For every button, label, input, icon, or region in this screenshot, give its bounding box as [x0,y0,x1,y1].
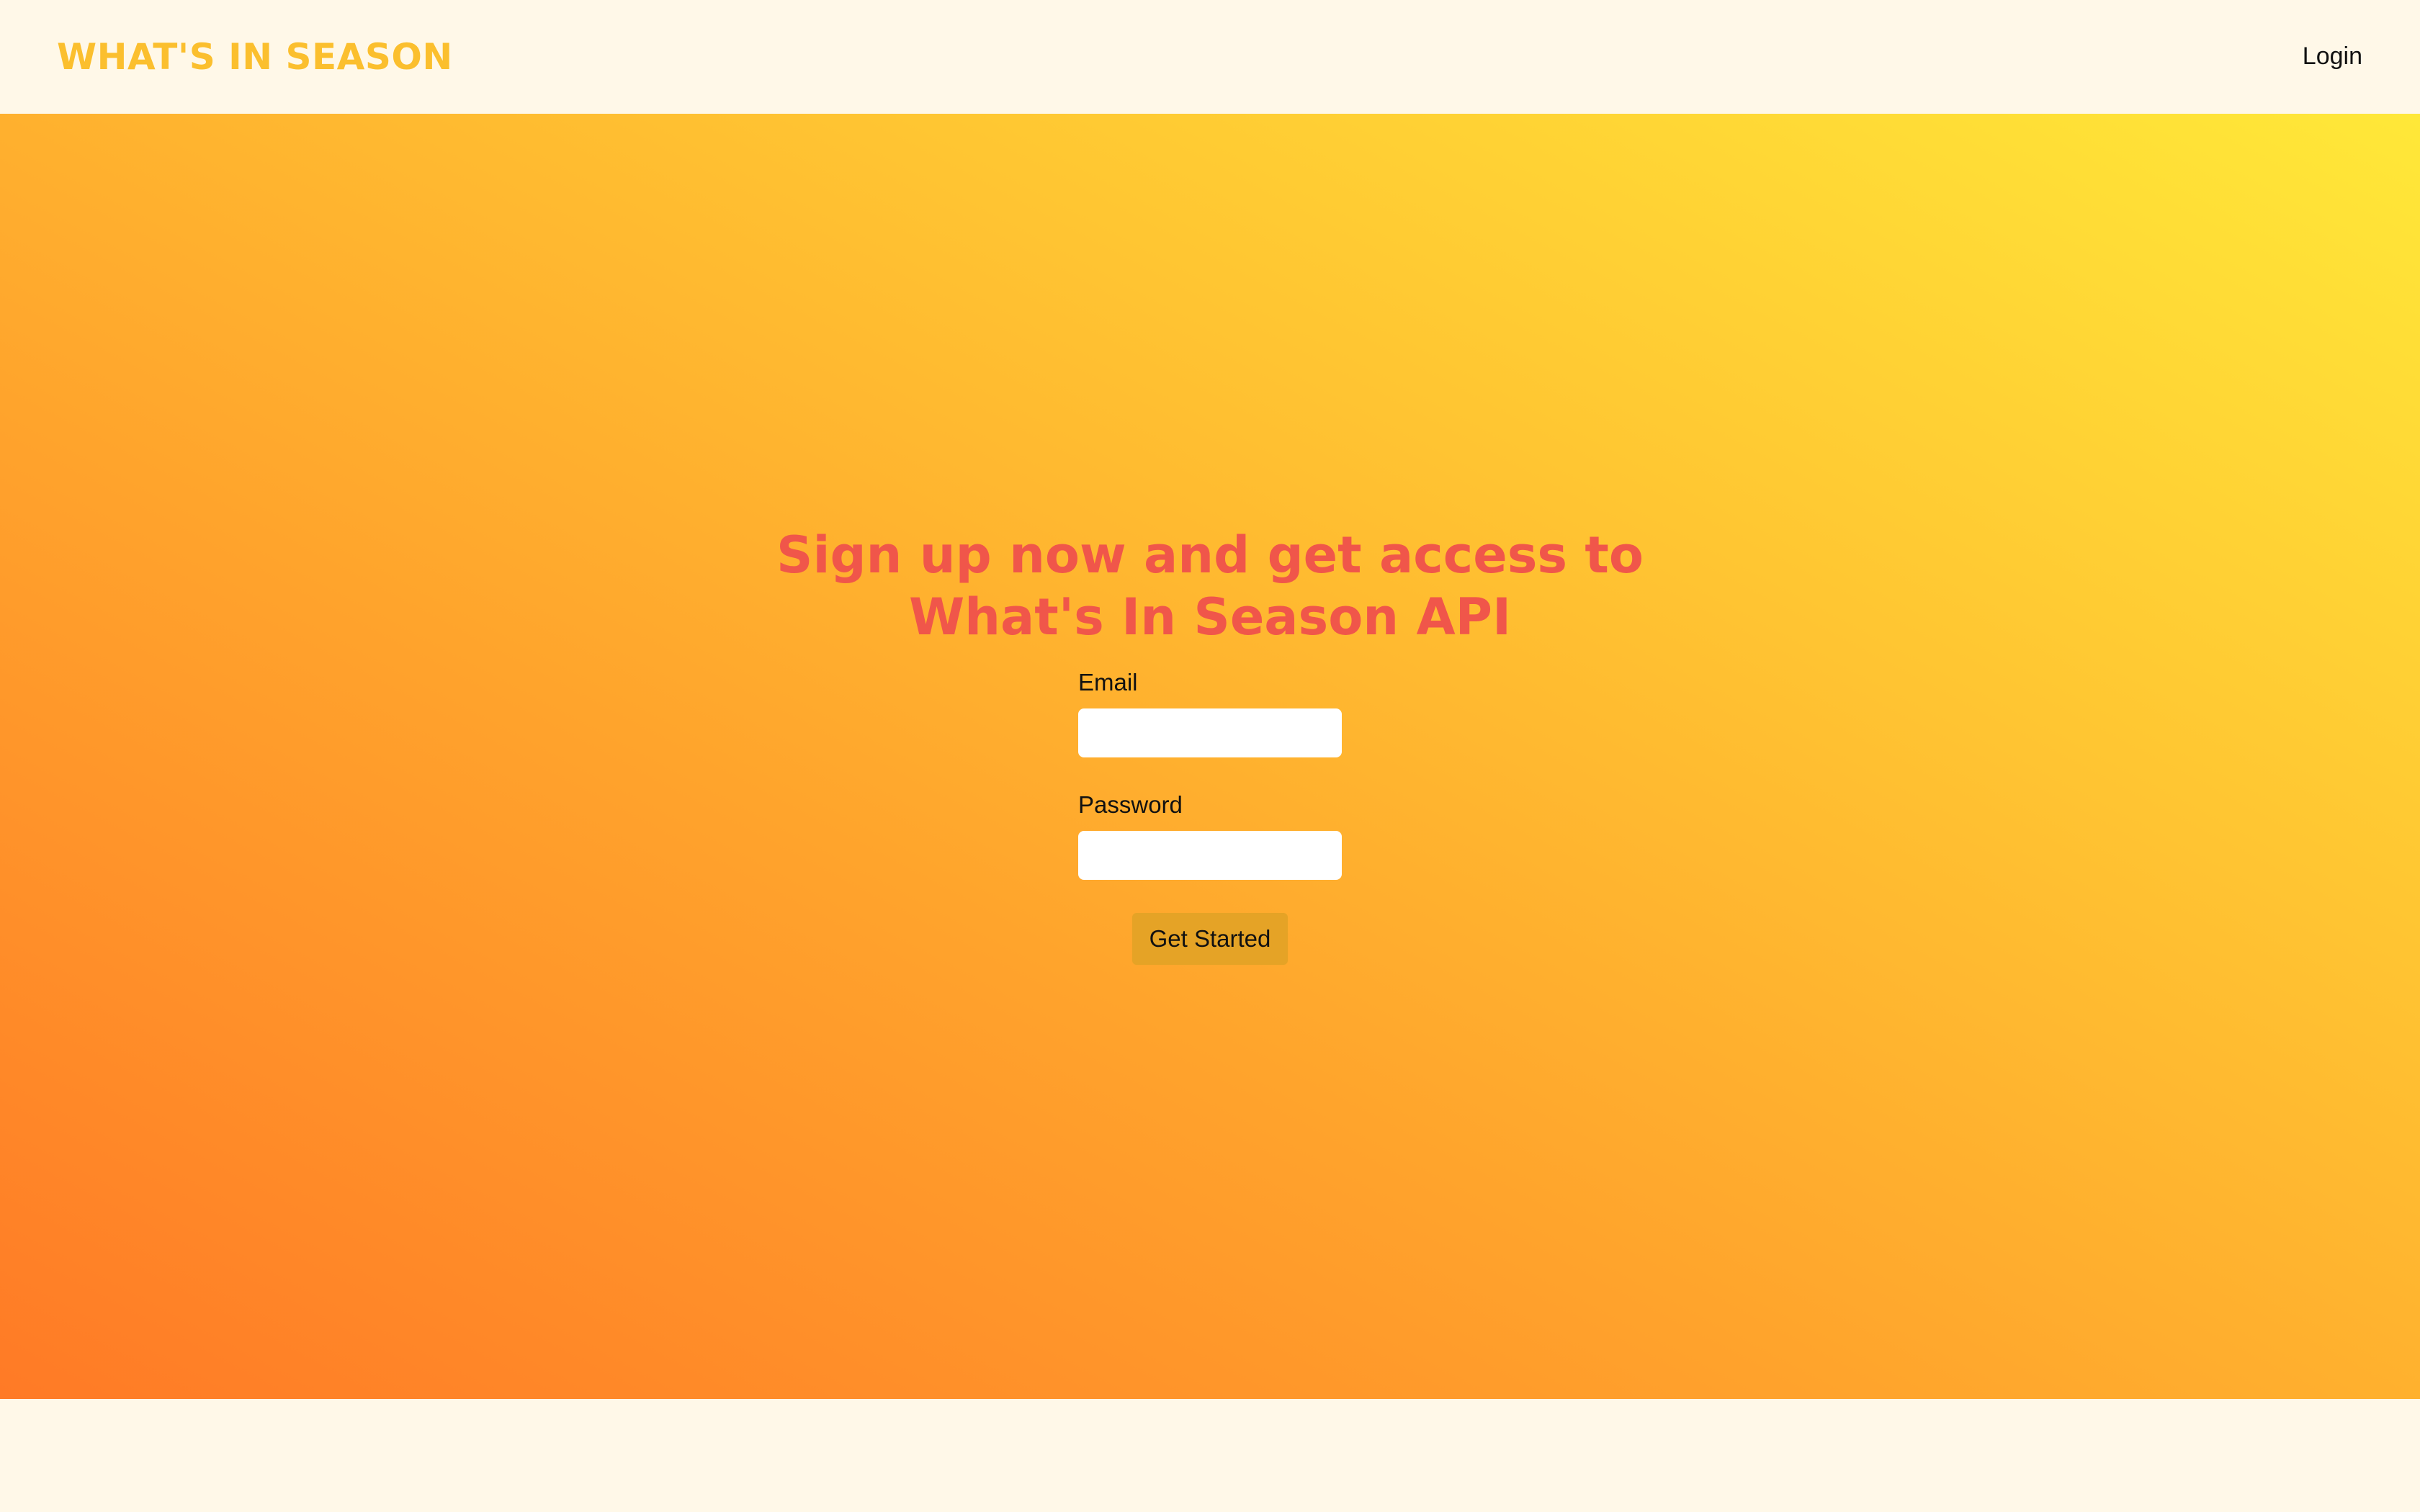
headline-line-2: What's In Season API [908,588,1512,647]
signup-form: Email Password Get Started [1078,668,1343,965]
headline-line-1: Sign up now and get access to [776,526,1644,585]
login-link[interactable]: Login [2303,40,2362,72]
hero-section: Sign up now and get access to What's In … [0,114,2420,1399]
email-field[interactable] [1078,708,1342,757]
top-navbar: WHAT'S IN SEASON Login [0,0,2420,114]
submit-row: Get Started [1078,913,1342,965]
password-field[interactable] [1078,831,1342,880]
password-label: Password [1078,791,1183,818]
get-started-button[interactable]: Get Started [1131,913,1289,965]
email-label: Email [1078,669,1138,696]
signup-headline: Sign up now and get access to What's In … [706,524,1714,648]
site-logo[interactable]: WHAT'S IN SEASON [57,32,453,82]
